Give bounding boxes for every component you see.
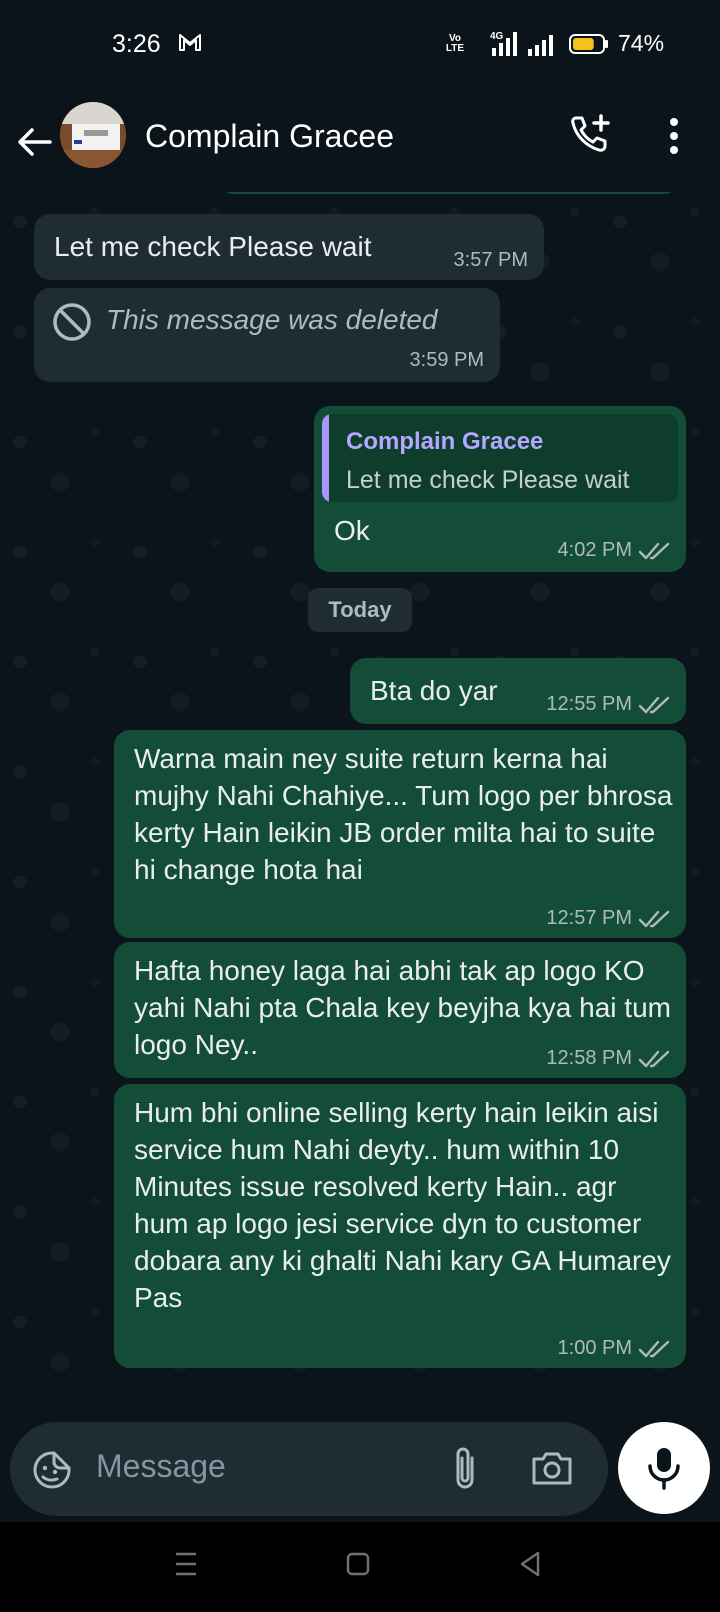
- back-arrow-icon[interactable]: [14, 122, 54, 162]
- signal-bars-icon: [528, 35, 553, 56]
- message-meta: 12:57 PM: [546, 907, 672, 930]
- message-meta: 1:00 PM: [558, 1337, 672, 1360]
- svg-text:4G: 4G: [490, 31, 504, 42]
- system-back-icon[interactable]: [518, 1550, 542, 1578]
- message-bubble-partial[interactable]: [222, 192, 676, 194]
- battery-percent: 74%: [618, 30, 665, 56]
- message-bubble-outgoing[interactable]: Warna main ney suite return kerna hai mu…: [114, 730, 686, 938]
- conversation-area[interactable]: Let me check Please wait 3:57 PM This me…: [0, 192, 720, 1418]
- message-time: 1:00 PM: [557, 1337, 632, 1359]
- sticker-emoji-icon[interactable]: [32, 1450, 72, 1490]
- message-bubble-deleted[interactable]: This message was deleted 3:59 PM: [34, 288, 500, 382]
- message-input[interactable]: Message: [96, 1448, 226, 1485]
- message-text: Let me check Please wait: [54, 231, 372, 262]
- read-receipt-icon: [638, 542, 670, 559]
- read-receipt-icon: [638, 1340, 670, 1357]
- quoted-message[interactable]: Complain Gracee Let me check Please wait: [322, 414, 678, 502]
- read-receipt-icon: [638, 696, 670, 713]
- message-meta: 12:55 PM: [546, 693, 672, 716]
- message-text: Ok: [334, 515, 370, 546]
- contact-avatar[interactable]: [60, 102, 126, 168]
- status-time: 3:26: [112, 30, 161, 58]
- quote-author: Complain Gracee: [346, 428, 544, 455]
- message-text: Warna main ney suite return kerna hai mu…: [134, 743, 673, 885]
- message-bubble-outgoing[interactable]: Hum bhi online selling kerty hain leikin…: [114, 1084, 686, 1368]
- battery-icon: [569, 34, 608, 54]
- message-input-container[interactable]: Message: [10, 1422, 608, 1516]
- message-meta: 4:02 PM: [558, 539, 672, 562]
- contact-name[interactable]: Complain Gracee: [145, 118, 394, 155]
- attach-paperclip-icon[interactable]: [450, 1444, 480, 1492]
- read-receipt-icon: [638, 910, 670, 927]
- message-text: Bta do yar: [370, 675, 498, 706]
- chat-header: Complain Gracee: [0, 92, 720, 192]
- message-time: 12:58 PM: [546, 1047, 632, 1069]
- quote-text: Let me check Please wait: [346, 466, 630, 494]
- message-time: 3:57 PM: [453, 249, 528, 271]
- blocked-icon: [53, 303, 91, 341]
- message-text: Hum bhi online selling kerty hain leikin…: [134, 1097, 671, 1313]
- deleted-message-text: This message was deleted: [106, 304, 438, 335]
- message-bubble-outgoing[interactable]: Hafta honey laga hai abhi tak ap logo KO…: [114, 942, 686, 1078]
- system-navigation-bar: [0, 1522, 720, 1612]
- more-vert-icon[interactable]: [664, 116, 684, 156]
- read-receipt-icon: [638, 1050, 670, 1067]
- voice-record-button[interactable]: [618, 1422, 710, 1514]
- camera-icon[interactable]: [530, 1446, 574, 1490]
- recent-apps-icon[interactable]: [174, 1550, 198, 1578]
- message-meta: 12:58 PM: [546, 1047, 672, 1070]
- status-bar: 3:26 Vo LTE 4G 74%: [0, 0, 720, 92]
- home-icon[interactable]: [346, 1552, 370, 1576]
- message-bubble-outgoing[interactable]: Complain Gracee Let me check Please wait…: [314, 406, 686, 572]
- call-add-icon[interactable]: [568, 112, 612, 156]
- gmail-icon: [179, 34, 201, 51]
- message-time: 4:02 PM: [557, 539, 632, 561]
- message-time: 12:55 PM: [546, 693, 632, 715]
- signal-4g-icon: 4G: [490, 31, 517, 56]
- message-time: 12:57 PM: [546, 907, 632, 929]
- message-bubble-incoming[interactable]: Let me check Please wait 3:57 PM: [34, 214, 544, 280]
- quote-accent-bar: [322, 414, 329, 502]
- volte-indicator: Vo LTE: [445, 33, 465, 54]
- message-bubble-outgoing[interactable]: Bta do yar 12:55 PM: [350, 658, 686, 724]
- message-time: 3:59 PM: [409, 349, 484, 371]
- message-composer: Message: [0, 1418, 720, 1522]
- date-separator: Today: [308, 588, 412, 632]
- microphone-icon: [648, 1448, 680, 1490]
